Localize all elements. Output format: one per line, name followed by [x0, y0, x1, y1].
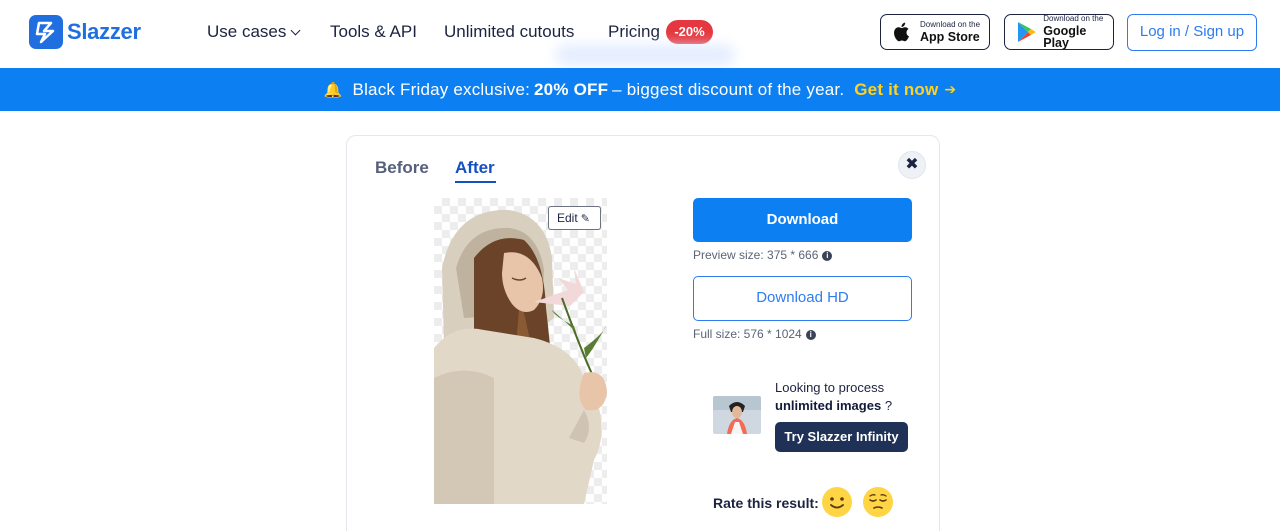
app-store-button[interactable]: Download on the App Store — [880, 14, 990, 50]
nav-unlimited-cutouts[interactable]: Unlimited cutouts — [444, 22, 574, 42]
preview-size-note: Preview size: 375 * 666 i — [693, 248, 833, 262]
pensive-face-icon[interactable] — [862, 486, 894, 518]
tab-after[interactable]: After — [455, 158, 495, 178]
decorative-glow — [555, 44, 735, 66]
full-size-note: Full size: 576 * 1024 i — [693, 327, 816, 341]
close-button[interactable]: ✖ — [898, 151, 926, 179]
rate-result-label: Rate this result: — [713, 495, 819, 511]
banner-text-before: Black Friday exclusive: — [352, 79, 531, 99]
logo-text: Slazzer — [67, 19, 141, 44]
active-tab-indicator — [455, 181, 496, 183]
infinity-promo-thumbnail — [713, 396, 761, 434]
black-friday-banner: 🔔 Black Friday exclusive: 20% OFF – bigg… — [0, 68, 1280, 111]
woman-in-hoodie-image — [434, 209, 607, 504]
site-header: Slazzer Use cases Tools & API Unlimited … — [0, 0, 1280, 68]
arrow-right-icon: ➔ — [944, 81, 957, 97]
edit-button[interactable]: Edit ✎ — [548, 206, 601, 230]
banner-text-after: – biggest discount of the year. — [612, 79, 845, 99]
google-play-icon — [1015, 21, 1036, 43]
happy-face-icon[interactable] — [821, 486, 853, 518]
nav-tools-api[interactable]: Tools & API — [330, 22, 417, 42]
nav-use-cases[interactable]: Use cases — [207, 22, 301, 42]
google-play-button[interactable]: Download on the Google Play — [1004, 14, 1114, 50]
banner-highlight: 20% OFF — [534, 79, 609, 99]
banner-get-it-now-link[interactable]: Get it now — [854, 80, 938, 100]
result-image-preview — [434, 198, 607, 504]
download-hd-button[interactable]: Download HD — [693, 276, 912, 321]
google-play-big-text: Google Play — [1043, 23, 1087, 50]
edit-label: Edit — [557, 211, 578, 225]
google-play-small-text: Download on the — [1043, 13, 1104, 23]
app-store-big-text: App Store — [920, 29, 980, 44]
info-icon[interactable]: i — [822, 251, 833, 261]
nav-pricing[interactable]: Pricing — [608, 22, 660, 42]
bell-icon: 🔔 — [323, 81, 343, 99]
nav-use-cases-label: Use cases — [207, 22, 287, 41]
tab-before[interactable]: Before — [375, 158, 429, 178]
full-size-text: Full size: 576 * 1024 — [693, 327, 802, 341]
pencil-icon: ✎ — [580, 213, 590, 225]
promo-line: Looking to process — [775, 380, 885, 395]
promo-bold-text: unlimited images — [775, 398, 882, 413]
app-store-small-text: Download on the — [920, 19, 981, 29]
info-icon[interactable]: i — [805, 330, 816, 340]
preview-size-text: Preview size: 375 * 666 — [693, 248, 819, 262]
chevron-down-icon — [290, 25, 301, 36]
login-signup-button[interactable]: Log in / Sign up — [1127, 14, 1257, 51]
apple-icon — [891, 21, 913, 43]
logo[interactable]: Slazzer — [29, 15, 141, 49]
slazzer-logo-icon — [29, 15, 63, 49]
promo-suffix: ? — [881, 398, 893, 413]
try-slazzer-infinity-button[interactable]: Try Slazzer Infinity — [775, 422, 908, 452]
promo-line-2: unlimited images ? — [775, 398, 892, 413]
result-card: Before After ✖ Edit ✎ Download Preview s… — [346, 135, 940, 531]
download-button[interactable]: Download — [693, 198, 912, 242]
pricing-discount-badge: -20% — [666, 20, 713, 44]
